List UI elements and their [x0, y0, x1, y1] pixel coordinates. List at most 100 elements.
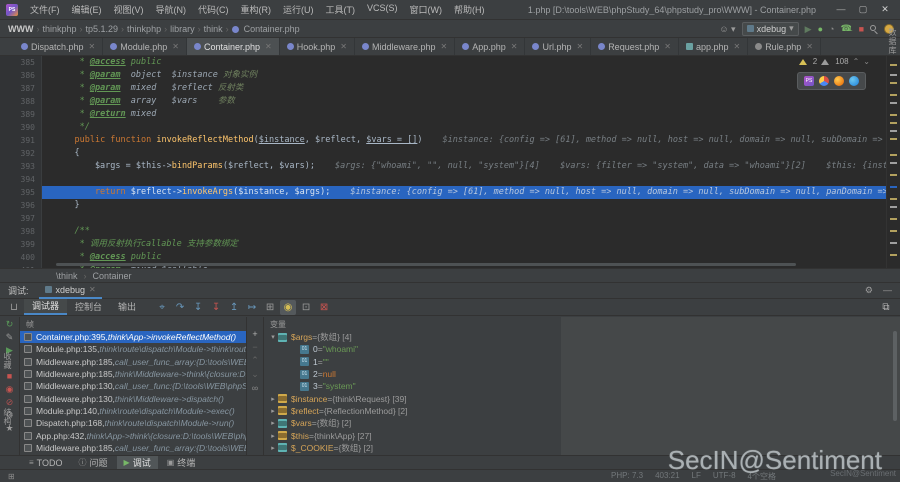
stop-icon[interactable]: ■ [859, 22, 864, 36]
stripe-favorites[interactable]: 收藏 [2, 352, 13, 370]
menu-item[interactable]: 代码(C) [192, 3, 235, 16]
code-line[interactable]: 396 } [0, 199, 900, 212]
chrome-icon[interactable] [819, 76, 829, 86]
phpstorm-browser-icon[interactable]: PS [804, 76, 814, 86]
variable-row[interactable]: 01 3 = "system" [264, 380, 561, 392]
stripe-structure[interactable]: 结构 [2, 408, 13, 426]
code-line[interactable]: 395 return $reflect->invokeArgs($instanc… [0, 186, 900, 199]
stack-frame-row[interactable]: Middleware.php:130, think\Middleware->di… [20, 392, 246, 404]
variable-row[interactable]: 01 0 = "whoami" [264, 343, 561, 355]
variable-row[interactable]: ▸ $reflect = {ReflectionMethod} [2] [264, 405, 561, 417]
breadcrumb-item[interactable]: tp5.1.29 [84, 24, 121, 34]
code-line[interactable]: 393 $args = $this->bindParams($reflect, … [0, 160, 900, 173]
expand-arrow-icon[interactable]: ▸ [268, 419, 278, 427]
line-number[interactable]: 389 [0, 108, 42, 121]
variable-row[interactable]: ▾ $args = {数组} [4] [264, 331, 561, 343]
tab-app-php[interactable]: app.php ✕ [679, 38, 749, 55]
line-number[interactable]: 388 [0, 95, 42, 108]
tab-hook-php[interactable]: Hook.php ✕ [280, 38, 355, 55]
breadcrumb-item[interactable]: thinkphp [125, 24, 163, 34]
gear-icon[interactable]: ⚙ [865, 285, 873, 296]
close-icon[interactable]: ✕ [340, 42, 347, 51]
menu-item[interactable]: 运行(U) [277, 3, 320, 16]
line-number[interactable]: 396 [0, 199, 42, 212]
evaluate-expression-icon[interactable]: ⊡ [298, 300, 314, 315]
edge-icon[interactable] [849, 76, 859, 86]
next-error-icon[interactable]: ⌄ [863, 57, 870, 66]
line-number[interactable]: 393 [0, 160, 42, 173]
mute-breakpoints-icon[interactable]: ◉ [280, 299, 297, 315]
inspection-widget[interactable]: 2 108 ⌃ ⌄ [798, 57, 870, 66]
variable-row[interactable]: ▸ $vars = {数组} [2] [264, 417, 561, 429]
close-icon[interactable]: ✕ [664, 42, 671, 51]
code-line[interactable]: 398 /** [0, 225, 900, 238]
close-icon[interactable]: ✕ [511, 42, 518, 51]
toolwindow-button-终端[interactable]: ▣ 终端 [160, 456, 203, 469]
close-icon[interactable]: ✕ [265, 42, 272, 51]
view-breakpoints-icon[interactable]: ⊞ [262, 300, 278, 315]
horizontal-scrollbar[interactable] [56, 263, 796, 266]
stripe-database[interactable]: 数据库 [887, 28, 898, 55]
debug-icon[interactable]: ● [818, 22, 823, 36]
code-line[interactable]: 399 * 调用反射执行callable 支持参数绑定 [0, 238, 900, 251]
status-item[interactable]: PHP: 7.3 [611, 471, 643, 482]
line-number[interactable]: 386 [0, 69, 42, 82]
code-line[interactable]: 397 [0, 212, 900, 225]
move-up-button[interactable]: ⌃ [251, 355, 259, 366]
debug-tab-控制台[interactable]: 控制台 [67, 299, 110, 315]
line-number[interactable]: 385 [0, 56, 42, 69]
close-icon[interactable]: ✕ [576, 42, 583, 51]
line-number[interactable]: 394 [0, 173, 42, 186]
expand-arrow-icon[interactable]: ▸ [268, 432, 278, 440]
expand-arrow-icon[interactable]: ▸ [268, 395, 278, 403]
breadcrumb-item[interactable]: think [202, 24, 225, 34]
line-number[interactable]: 390 [0, 121, 42, 134]
close-icon[interactable]: ✕ [89, 42, 96, 51]
listen-debug-icon[interactable]: ☎1 [840, 21, 852, 37]
debug-session-tab[interactable]: xdebug ✕ [38, 283, 102, 299]
restore-layout-icon[interactable]: ⊔ [6, 300, 22, 315]
run-to-cursor-icon[interactable]: ↦ [244, 300, 260, 315]
stack-frame-row[interactable]: Module.php:140, think\route\dispatch\Mod… [20, 405, 246, 417]
code-line[interactable]: 390 */ [0, 121, 900, 134]
tab-middleware-php[interactable]: Middleware.php ✕ [355, 38, 456, 55]
toolwindow-toggle-icon[interactable]: ⊞ [8, 472, 15, 481]
rerun-button[interactable]: ↻ [6, 319, 14, 330]
menu-item[interactable]: VCS(S) [361, 3, 404, 16]
expand-arrow-icon[interactable]: ▾ [268, 333, 278, 341]
minimize-button[interactable]: — [830, 4, 852, 15]
code-editor[interactable]: 385 * @access public 386 * @param object … [0, 56, 900, 268]
move-down-button[interactable]: ⌄ [251, 369, 259, 380]
tab-rule-php[interactable]: Rule.php ✕ [748, 38, 821, 55]
stack-frame-row[interactable]: Module.php:135, think\route\dispatch\Mod… [20, 343, 246, 355]
expand-arrow-icon[interactable]: ▸ [268, 444, 278, 452]
menu-item[interactable]: 文件(F) [24, 3, 66, 16]
coverage-icon[interactable]: ◔ [829, 22, 834, 36]
maximize-button[interactable]: ▢ [852, 4, 874, 15]
search-everywhere-icon[interactable] [870, 24, 878, 34]
prev-error-icon[interactable]: ⌃ [853, 57, 860, 66]
variable-row[interactable]: 01 1 = "" [264, 356, 561, 368]
user-icon[interactable]: ☺ ▾ [719, 22, 735, 36]
step-out-icon[interactable]: ↥ [226, 300, 242, 315]
code-line[interactable]: 392 { [0, 147, 900, 160]
edit-runconfig-button[interactable]: ✎ [6, 332, 14, 343]
variable-row[interactable]: ▸ $this = {think\App} [27] [264, 429, 561, 441]
firefox-icon[interactable] [834, 76, 844, 86]
tab-module-php[interactable]: Module.php ✕ [103, 38, 187, 55]
variable-row[interactable]: ▸ $_COOKIE = {数组} [2] [264, 442, 561, 454]
layout-settings-icon[interactable]: ⧉ [878, 300, 894, 315]
breadcrumb-namespace[interactable]: \think [56, 271, 78, 281]
menu-item[interactable]: 窗口(W) [404, 3, 449, 16]
variable-row[interactable]: 01 2 = null [264, 368, 561, 380]
tab-dispatch-php[interactable]: Dispatch.php ✕ [14, 38, 104, 55]
menu-item[interactable]: 编辑(E) [66, 3, 108, 16]
breadcrumb-item[interactable]: WWW [6, 24, 35, 34]
toolwindow-button-调试[interactable]: ▶ 调试 [116, 456, 158, 469]
line-number[interactable]: 397 [0, 212, 42, 225]
tab-url-php[interactable]: Url.php ✕ [525, 38, 592, 55]
hide-icon[interactable]: — [883, 285, 892, 296]
breadcrumb-class[interactable]: Container [93, 271, 132, 281]
close-button[interactable]: ✕ [874, 4, 896, 15]
menu-item[interactable]: 帮助(H) [448, 3, 491, 16]
